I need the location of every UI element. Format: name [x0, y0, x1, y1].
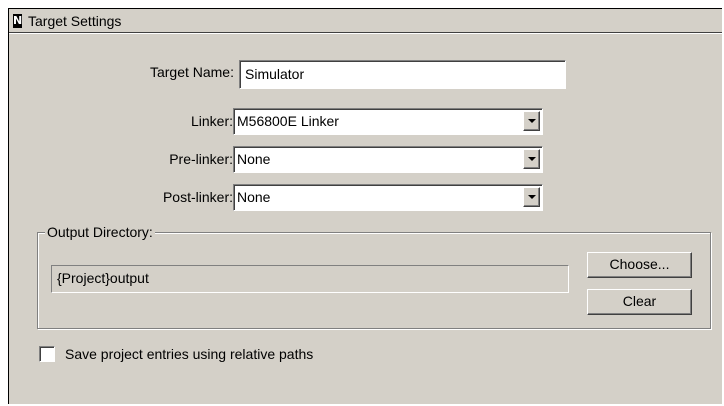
pre-linker-selected-value: None: [237, 151, 271, 167]
post-linker-selected-value: None: [237, 189, 271, 205]
relative-paths-label[interactable]: Save project entries using relative path…: [65, 344, 313, 364]
post-linker-select[interactable]: None: [233, 184, 543, 211]
target-name-label: Target Name:: [149, 64, 234, 80]
output-directory-path: {Project}output: [51, 265, 569, 293]
output-directory-legend: Output Directory:: [45, 223, 155, 241]
panel-title-bar: N Target Settings: [9, 9, 722, 33]
panel-glyph-icon: N: [13, 13, 23, 28]
target-settings-panel: N Target Settings Target Name: Simulator…: [8, 8, 722, 404]
pre-linker-select[interactable]: None: [233, 146, 543, 173]
target-name-input[interactable]: Simulator: [239, 60, 566, 89]
clear-button[interactable]: Clear: [587, 289, 692, 315]
post-linker-label: Post-linker:: [162, 189, 233, 205]
linker-selected-value: M56800E Linker: [237, 113, 339, 129]
linker-dropdown-arrow-icon[interactable]: [523, 111, 540, 131]
relative-paths-checkbox[interactable]: [39, 346, 55, 362]
pre-linker-dropdown-arrow-icon[interactable]: [523, 149, 540, 169]
linker-select[interactable]: M56800E Linker: [233, 108, 543, 135]
choose-button[interactable]: Choose...: [587, 252, 692, 278]
linker-label: Linker:: [190, 113, 233, 129]
post-linker-dropdown-arrow-icon[interactable]: [523, 187, 540, 207]
panel-title: Target Settings: [28, 12, 122, 29]
pre-linker-label: Pre-linker:: [169, 151, 233, 167]
